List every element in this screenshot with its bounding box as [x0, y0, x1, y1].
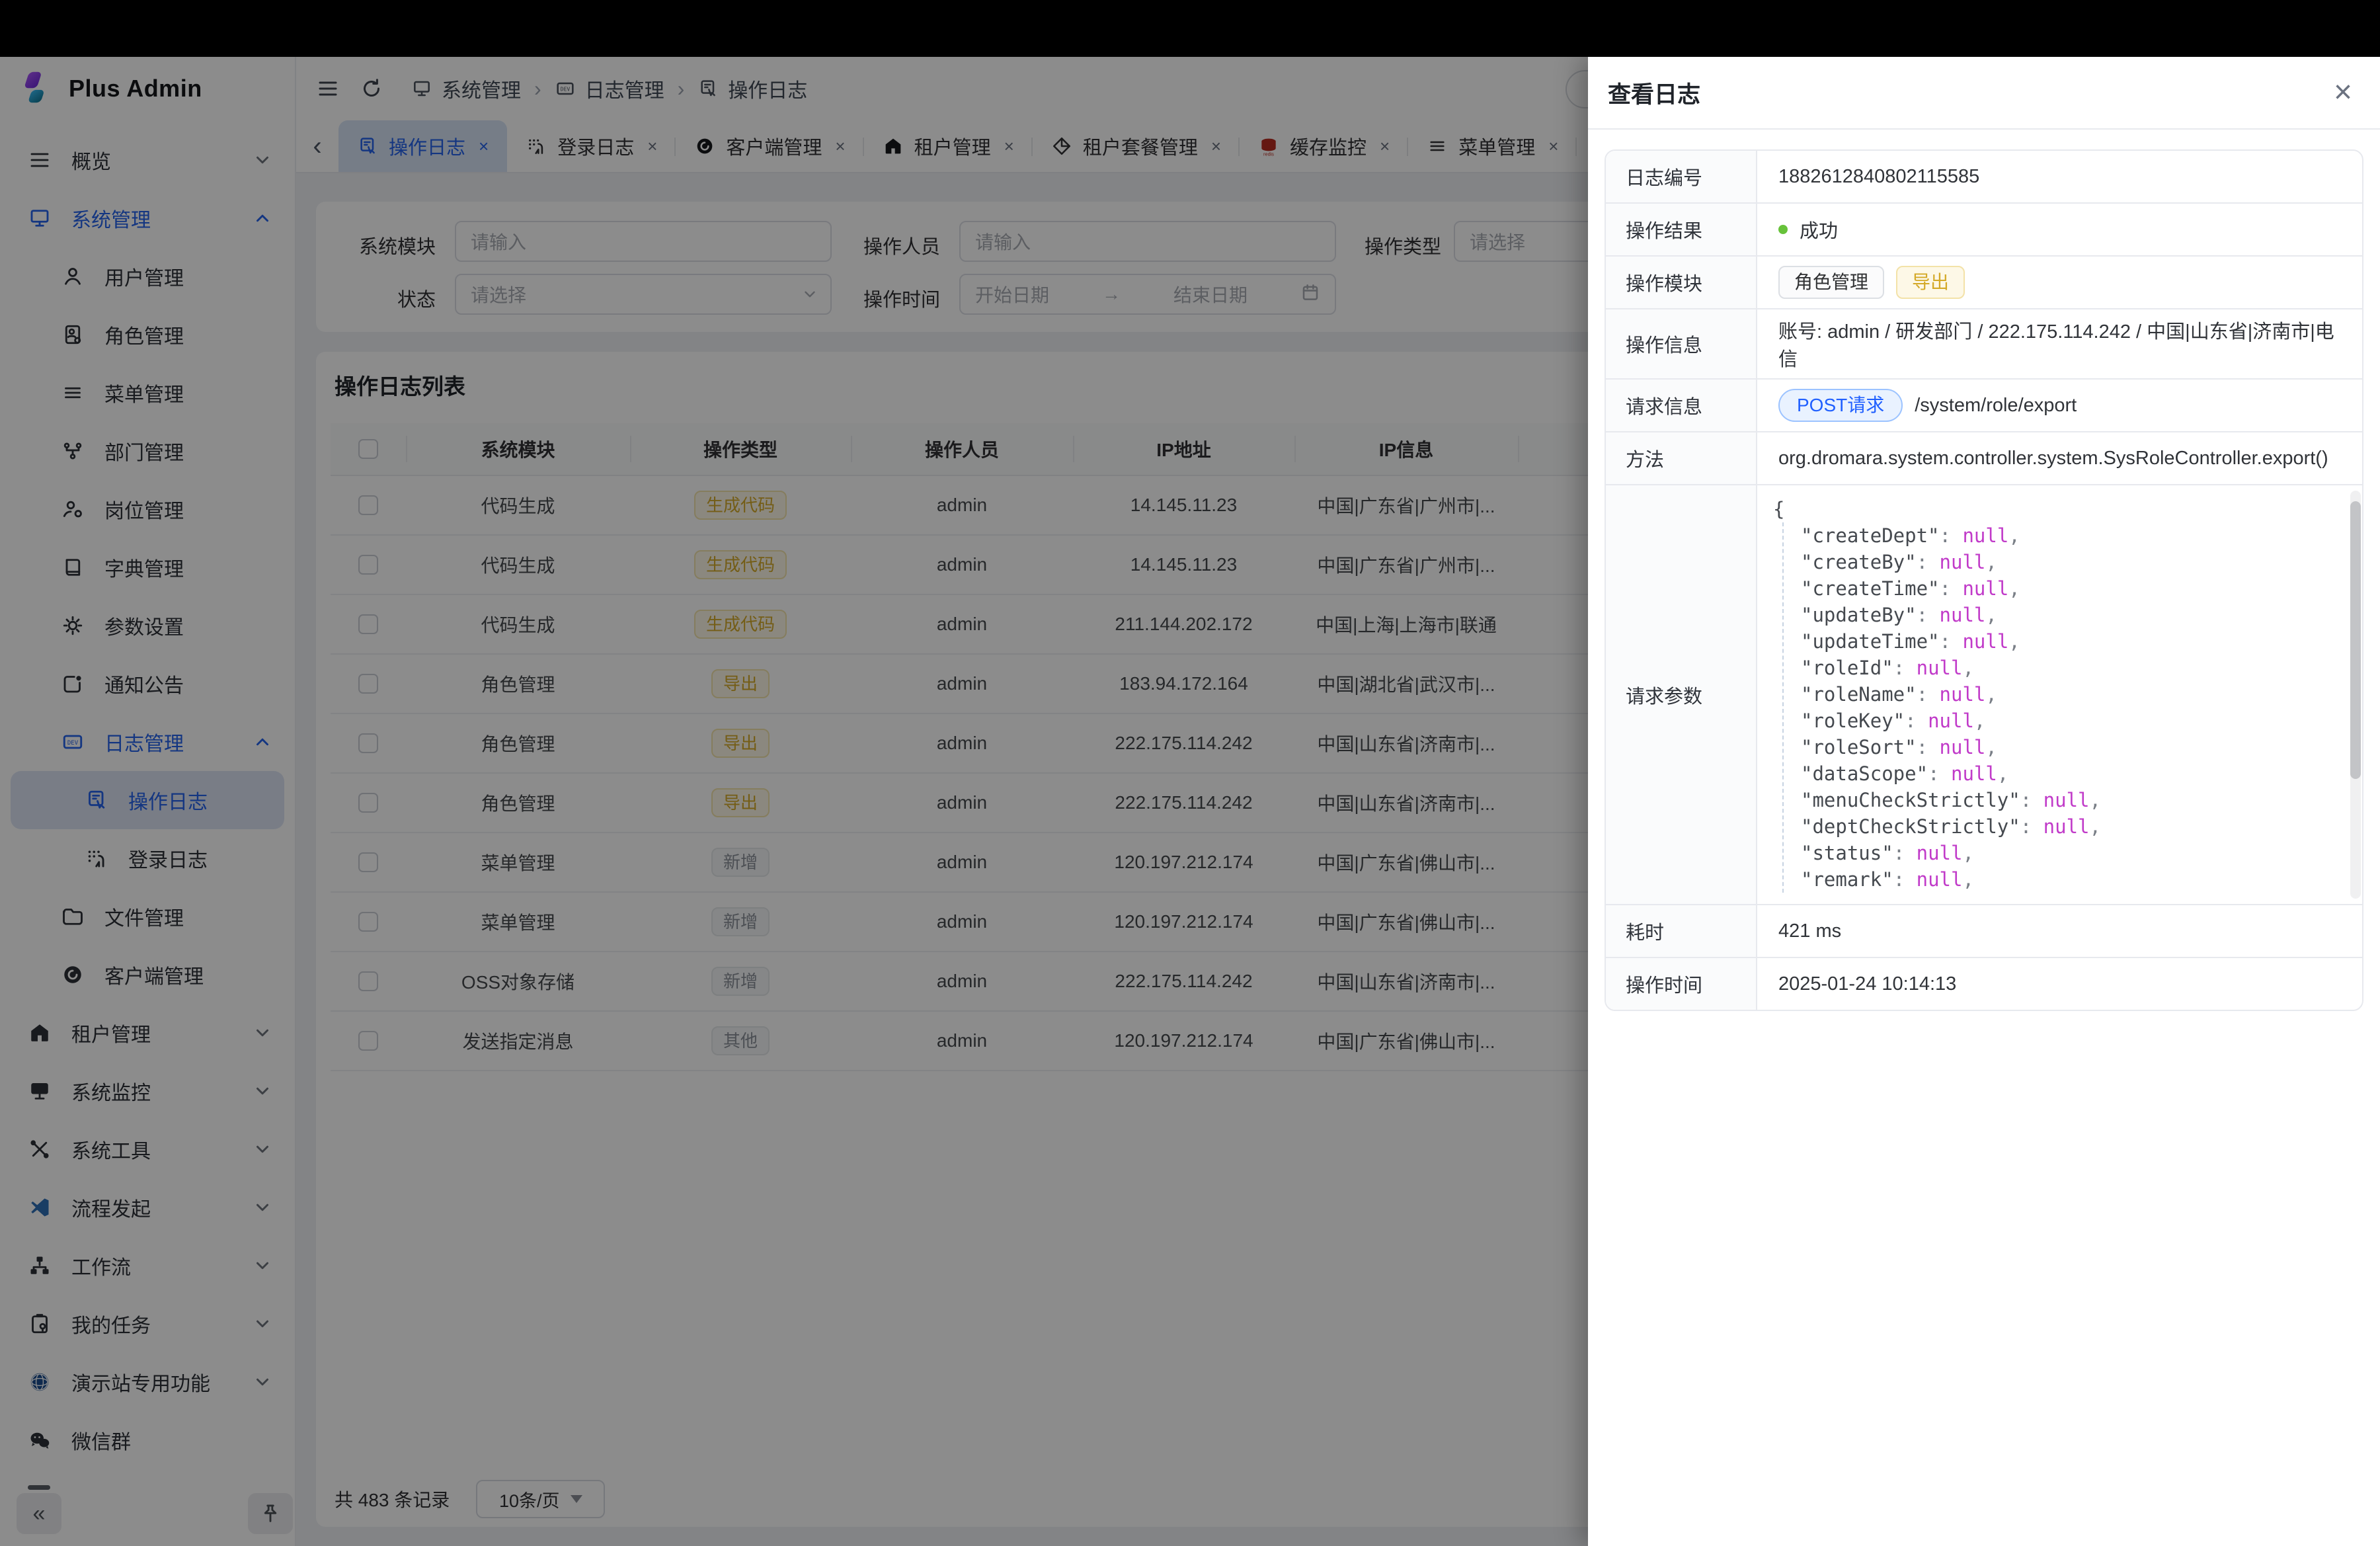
field-row-duration: 耗时 421 ms — [1606, 904, 2362, 957]
method-value: org.dromara.system.controller.system.Sys… — [1757, 432, 2362, 484]
json-line: "remark": null, — [1801, 866, 2350, 893]
field-row-module: 操作模块 角色管理 导出 — [1606, 255, 2362, 308]
field-row-time: 操作时间 2025-01-24 10:14:13 — [1606, 957, 2362, 1010]
json-line: "updateBy": null, — [1801, 602, 2350, 628]
field-row-request: 请求信息 POST请求 /system/role/export — [1606, 378, 2362, 431]
view-log-drawer: 查看日志 × 日志编号 1882612840802115585 操作结果 成功 … — [1588, 57, 2380, 1546]
log-id-value: 1882612840802115585 — [1757, 151, 2362, 202]
field-row-info: 操作信息 账号: admin / 研发部门 / 222.175.114.242 … — [1606, 308, 2362, 378]
json-line: "roleKey": null, — [1801, 708, 2350, 734]
drawer-header: 查看日志 × — [1588, 57, 2380, 130]
json-line: "deptCheckStrictly": null, — [1801, 813, 2350, 840]
json-line: "menuCheckStrictly": null, — [1801, 787, 2350, 813]
request-params-viewer[interactable]: { "createDept": null, "createBy": null, … — [1757, 485, 2362, 904]
json-line: "roleName": null, — [1801, 681, 2350, 708]
json-line: "status": null, — [1801, 840, 2350, 866]
field-row-result: 操作结果 成功 — [1606, 202, 2362, 255]
json-line: "roleSort": null, — [1801, 734, 2350, 760]
duration-value: 421 ms — [1757, 905, 2362, 957]
operation-time-value: 2025-01-24 10:14:13 — [1757, 958, 2362, 1010]
json-line: "roleId": null, — [1801, 655, 2350, 681]
json-lines: "createDept": null, "createBy": null, "c… — [1782, 522, 2350, 893]
json-line: "dataScope": null, — [1801, 760, 2350, 787]
operation-type-badge: 导出 — [1896, 266, 1965, 299]
module-badge: 角色管理 — [1778, 266, 1884, 299]
json-line: "updateTime": null, — [1801, 628, 2350, 655]
request-url: /system/role/export — [1915, 395, 2077, 417]
screen: Plus Admin 概览 系统管理 用户管理 — [0, 0, 2380, 1546]
json-line: "createTime": null, — [1801, 575, 2350, 602]
drawer-title: 查看日志 — [1608, 76, 1700, 110]
result-value: 成功 — [1800, 216, 1838, 243]
log-detail-table: 日志编号 1882612840802115585 操作结果 成功 操作模块 角色… — [1605, 149, 2363, 1011]
json-line: "createBy": null, — [1801, 549, 2350, 575]
field-row-params: 请求参数 { "createDept": null, "createBy": n… — [1606, 484, 2362, 904]
field-row-method: 方法 org.dromara.system.controller.system.… — [1606, 431, 2362, 484]
operation-info-value: 账号: admin / 研发部门 / 222.175.114.242 / 中国|… — [1757, 309, 2362, 378]
field-row-log-id: 日志编号 1882612840802115585 — [1606, 151, 2362, 202]
scrollbar-thumb[interactable] — [2350, 501, 2361, 779]
close-icon[interactable]: × — [2334, 77, 2352, 108]
json-open-brace: { — [1773, 496, 2350, 522]
json-line: "createDept": null, — [1801, 522, 2350, 549]
success-dot — [1778, 225, 1788, 234]
json-code-block: { "createDept": null, "createBy": null, … — [1773, 496, 2350, 893]
post-method-badge: POST请求 — [1778, 389, 1903, 422]
